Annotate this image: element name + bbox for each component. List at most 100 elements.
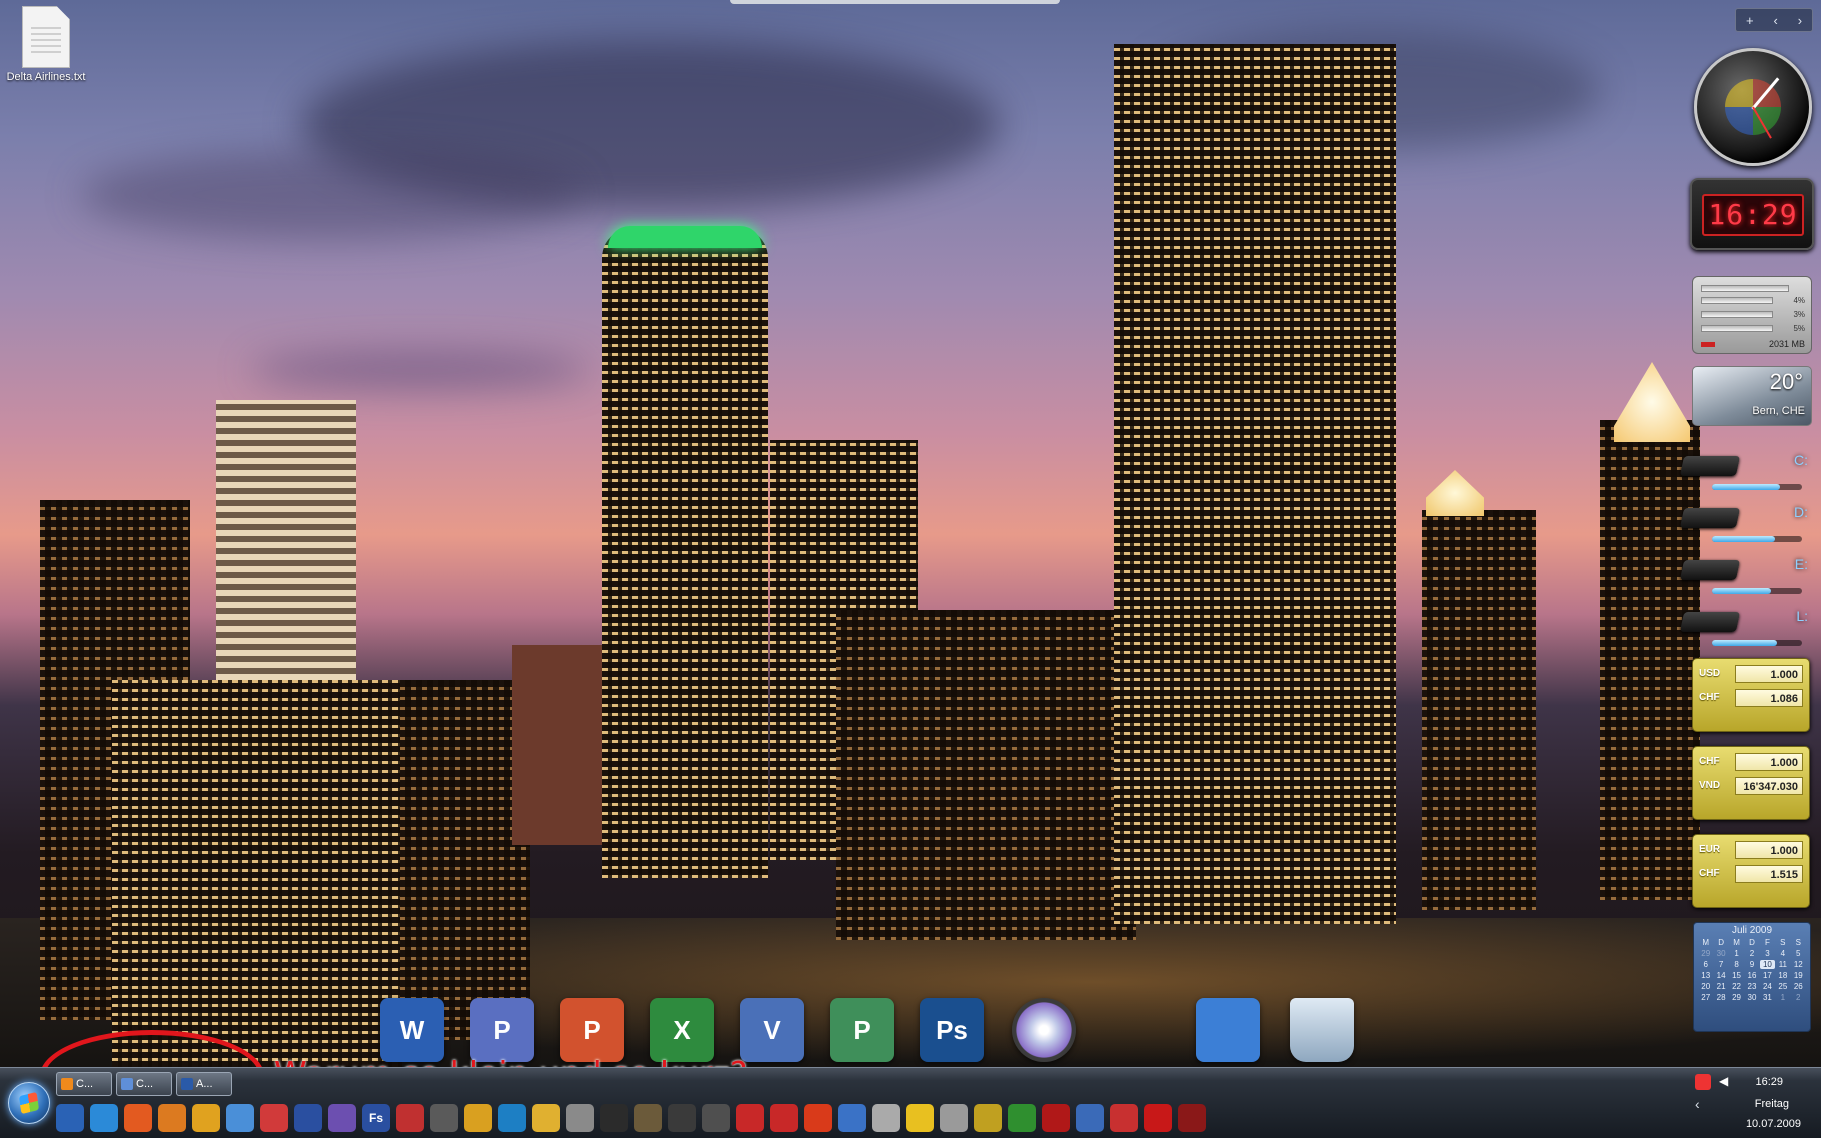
quick-launch-icon[interactable] <box>1178 1104 1206 1132</box>
quick-launch-icon[interactable] <box>634 1104 662 1132</box>
drive-gadget-e[interactable]: E: <box>1679 556 1808 600</box>
quick-launch-icon[interactable] <box>226 1104 254 1132</box>
quick-launch-icon[interactable] <box>260 1104 288 1132</box>
quick-launch-icon[interactable]: Fs <box>362 1104 390 1132</box>
volume-icon[interactable]: ◀ <box>1719 1074 1735 1090</box>
calendar-day[interactable]: 30 <box>1713 949 1728 958</box>
calendar-day[interactable]: 1 <box>1775 993 1790 1002</box>
quick-launch-icon[interactable] <box>396 1104 424 1132</box>
calendar-day[interactable]: 21 <box>1713 982 1728 991</box>
calendar-day[interactable]: 12 <box>1791 960 1806 969</box>
quick-launch-icon[interactable] <box>90 1104 118 1132</box>
quick-launch-icon[interactable] <box>770 1104 798 1132</box>
calendar-day[interactable]: 18 <box>1775 971 1790 980</box>
calendar-day[interactable]: 16 <box>1744 971 1759 980</box>
currency-code[interactable]: EUR <box>1699 844 1720 855</box>
project-icon[interactable]: P <box>830 998 894 1062</box>
quick-launch-icon[interactable] <box>192 1104 220 1132</box>
currency-value-input[interactable]: 1.000 <box>1735 753 1803 771</box>
calendar-day[interactable]: 13 <box>1698 971 1713 980</box>
currency-value-input[interactable]: 1.000 <box>1735 841 1803 859</box>
currency-code[interactable]: USD <box>1699 668 1720 679</box>
recycle-bin-icon[interactable] <box>1290 998 1354 1062</box>
digital-clock-gadget[interactable]: 16:29 <box>1690 178 1814 250</box>
cpu-meter-gadget[interactable]: 4% 3% 5% 2031 MB <box>1692 276 1812 354</box>
calendar-day[interactable]: 28 <box>1713 993 1728 1002</box>
calendar-day[interactable]: 3 <box>1760 949 1775 958</box>
quick-launch-icon[interactable] <box>532 1104 560 1132</box>
calendar-day[interactable]: 5 <box>1791 949 1806 958</box>
taskbar-button[interactable]: C... <box>56 1072 112 1096</box>
prev-gadget-button[interactable]: ‹ <box>1773 13 1777 28</box>
visio-icon[interactable]: V <box>740 998 804 1062</box>
quick-launch-icon[interactable] <box>668 1104 696 1132</box>
quick-launch-icon[interactable] <box>838 1104 866 1132</box>
calendar-day[interactable]: 2 <box>1744 949 1759 958</box>
quick-launch-icon[interactable] <box>124 1104 152 1132</box>
quick-launch-icon[interactable] <box>1076 1104 1104 1132</box>
start-button[interactable] <box>8 1082 50 1124</box>
currency-gadget[interactable]: USD 1.000 CHF 1.086 <box>1692 658 1810 732</box>
calendar-gadget[interactable]: Juli 2009 M D M D F S S 29 30 1 2 3 4 5 6 7 8 9 10 11 12 13 14… <box>1693 922 1811 1032</box>
calendar-day[interactable]: 25 <box>1775 982 1790 991</box>
next-gadget-button[interactable]: › <box>1798 13 1802 28</box>
quick-launch-icon[interactable] <box>600 1104 628 1132</box>
currency-value-input[interactable]: 1.515 <box>1735 865 1803 883</box>
quick-launch-icon[interactable] <box>158 1104 186 1132</box>
calendar-day[interactable]: 2 <box>1791 993 1806 1002</box>
calendar-day[interactable]: 17 <box>1760 971 1775 980</box>
calendar-day[interactable]: 6 <box>1698 960 1713 969</box>
quick-launch-icon[interactable] <box>328 1104 356 1132</box>
desktop-icon[interactable] <box>1196 998 1260 1062</box>
calendar-day[interactable]: 15 <box>1729 971 1744 980</box>
quick-launch-icon[interactable] <box>872 1104 900 1132</box>
photoshop-icon[interactable]: Ps <box>920 998 984 1062</box>
desktop-file-icon[interactable]: Delta Airlines.txt <box>4 6 88 83</box>
security-alert-icon[interactable] <box>1695 1074 1711 1090</box>
quick-launch-icon[interactable] <box>1008 1104 1036 1132</box>
currency-value-input[interactable]: 1.000 <box>1735 665 1803 683</box>
calendar-day[interactable]: 23 <box>1744 982 1759 991</box>
dvd-maker-icon[interactable] <box>1012 998 1076 1062</box>
calendar-day[interactable]: 20 <box>1698 982 1713 991</box>
quick-launch-icon[interactable] <box>294 1104 322 1132</box>
top-edge-tab[interactable] <box>730 0 1060 4</box>
clock-day[interactable]: Freitag <box>1755 1098 1789 1110</box>
calendar-day[interactable]: 11 <box>1775 960 1790 969</box>
calendar-day[interactable]: 31 <box>1760 993 1775 1002</box>
quick-launch-icon[interactable] <box>736 1104 764 1132</box>
quick-launch-icon[interactable] <box>804 1104 832 1132</box>
currency-gadget[interactable]: EUR 1.000 CHF 1.515 <box>1692 834 1810 908</box>
calendar-day[interactable]: 1 <box>1729 949 1744 958</box>
drive-gadget-d[interactable]: D: <box>1679 504 1808 548</box>
word-icon[interactable]: W <box>380 998 444 1062</box>
calendar-day[interactable]: 14 <box>1713 971 1728 980</box>
currency-code[interactable]: VND <box>1699 780 1720 791</box>
analog-clock-gadget[interactable] <box>1694 48 1812 166</box>
quick-launch-icon[interactable] <box>464 1104 492 1132</box>
taskbar-button[interactable]: C... <box>116 1072 172 1096</box>
calendar-day[interactable]: 22 <box>1729 982 1744 991</box>
quick-launch-icon[interactable] <box>56 1104 84 1132</box>
currency-value-input[interactable]: 1.086 <box>1735 689 1803 707</box>
currency-code[interactable]: CHF <box>1699 756 1720 767</box>
publisher-icon[interactable]: P <box>470 998 534 1062</box>
drive-gadget-l[interactable]: L: <box>1679 608 1808 652</box>
quick-launch-icon[interactable] <box>498 1104 526 1132</box>
currency-gadget[interactable]: CHF 1.000 VND 16'347.030 <box>1692 746 1810 820</box>
powerpoint-icon[interactable]: P <box>560 998 624 1062</box>
clock-date[interactable]: 10.07.2009 <box>1746 1118 1801 1130</box>
calendar-day[interactable]: 10 <box>1759 960 1776 969</box>
calendar-day[interactable]: 8 <box>1729 960 1744 969</box>
calendar-day[interactable]: 24 <box>1760 982 1775 991</box>
clock-time[interactable]: 16:29 <box>1755 1076 1783 1088</box>
calendar-day[interactable]: 7 <box>1713 960 1728 969</box>
quick-launch-icon[interactable] <box>906 1104 934 1132</box>
quick-launch-icon[interactable] <box>566 1104 594 1132</box>
quick-launch-icon[interactable] <box>1144 1104 1172 1132</box>
calendar-day[interactable]: 27 <box>1698 993 1713 1002</box>
taskbar-button[interactable]: A... <box>176 1072 232 1096</box>
currency-code[interactable]: CHF <box>1699 868 1720 879</box>
calendar-day[interactable]: 26 <box>1791 982 1806 991</box>
calendar-day[interactable]: 9 <box>1744 960 1759 969</box>
